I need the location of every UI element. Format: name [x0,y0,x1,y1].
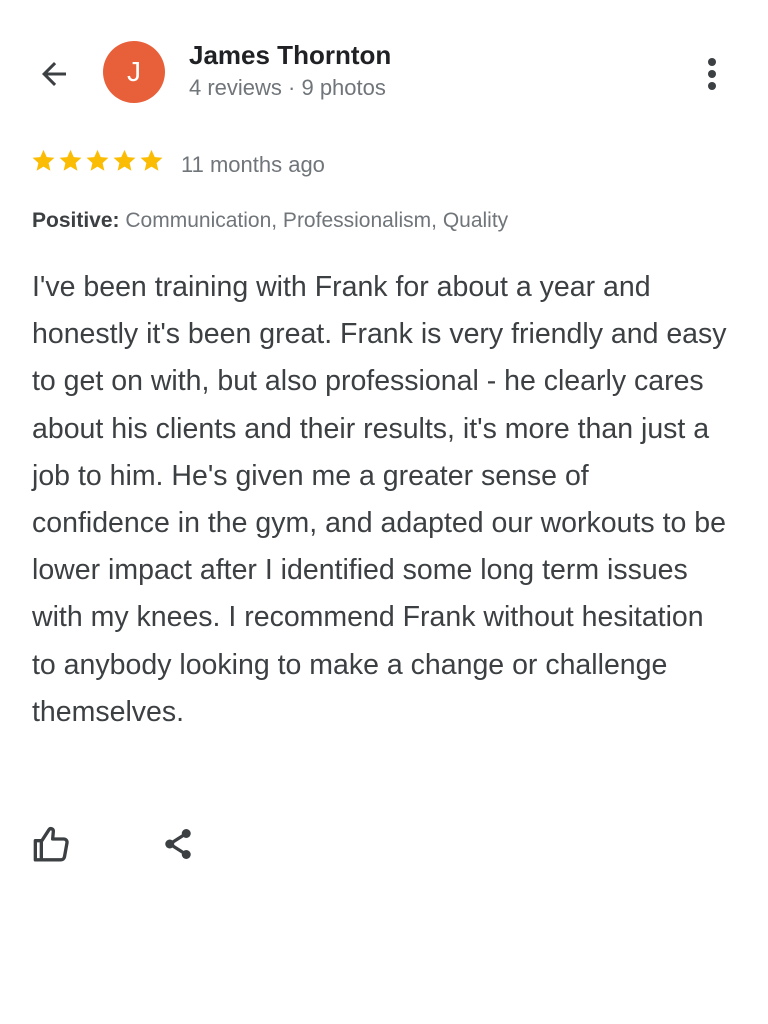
avatar[interactable]: J [103,41,165,103]
star-icon [140,149,163,171]
star-rating [31,148,164,173]
more-vert-icon [708,58,716,90]
star-icon [113,149,136,171]
star-icon [86,149,109,171]
positive-label: Positive: [32,209,120,232]
reviewer-name[interactable]: James Thornton [189,40,391,71]
star-icon [59,149,82,171]
share-button[interactable] [154,822,202,866]
more-options-button[interactable] [690,50,734,98]
back-button[interactable] [30,50,78,98]
positive-attributes: Positive: Communication, Professionalism… [32,209,508,233]
positive-values: Communication, Professionalism, Quality [125,209,509,232]
review-text: I've been training with Frank for about … [32,271,727,728]
reviewer-meta: 4 reviews · 9 photos [189,75,386,100]
arrow-back-icon [42,62,66,86]
avatar-initial: J [127,56,141,87]
star-icon [32,149,55,171]
thumb-up-icon [33,826,69,862]
review-time: 11 months ago [181,152,325,177]
like-button[interactable] [28,822,76,866]
share-icon [165,829,191,859]
